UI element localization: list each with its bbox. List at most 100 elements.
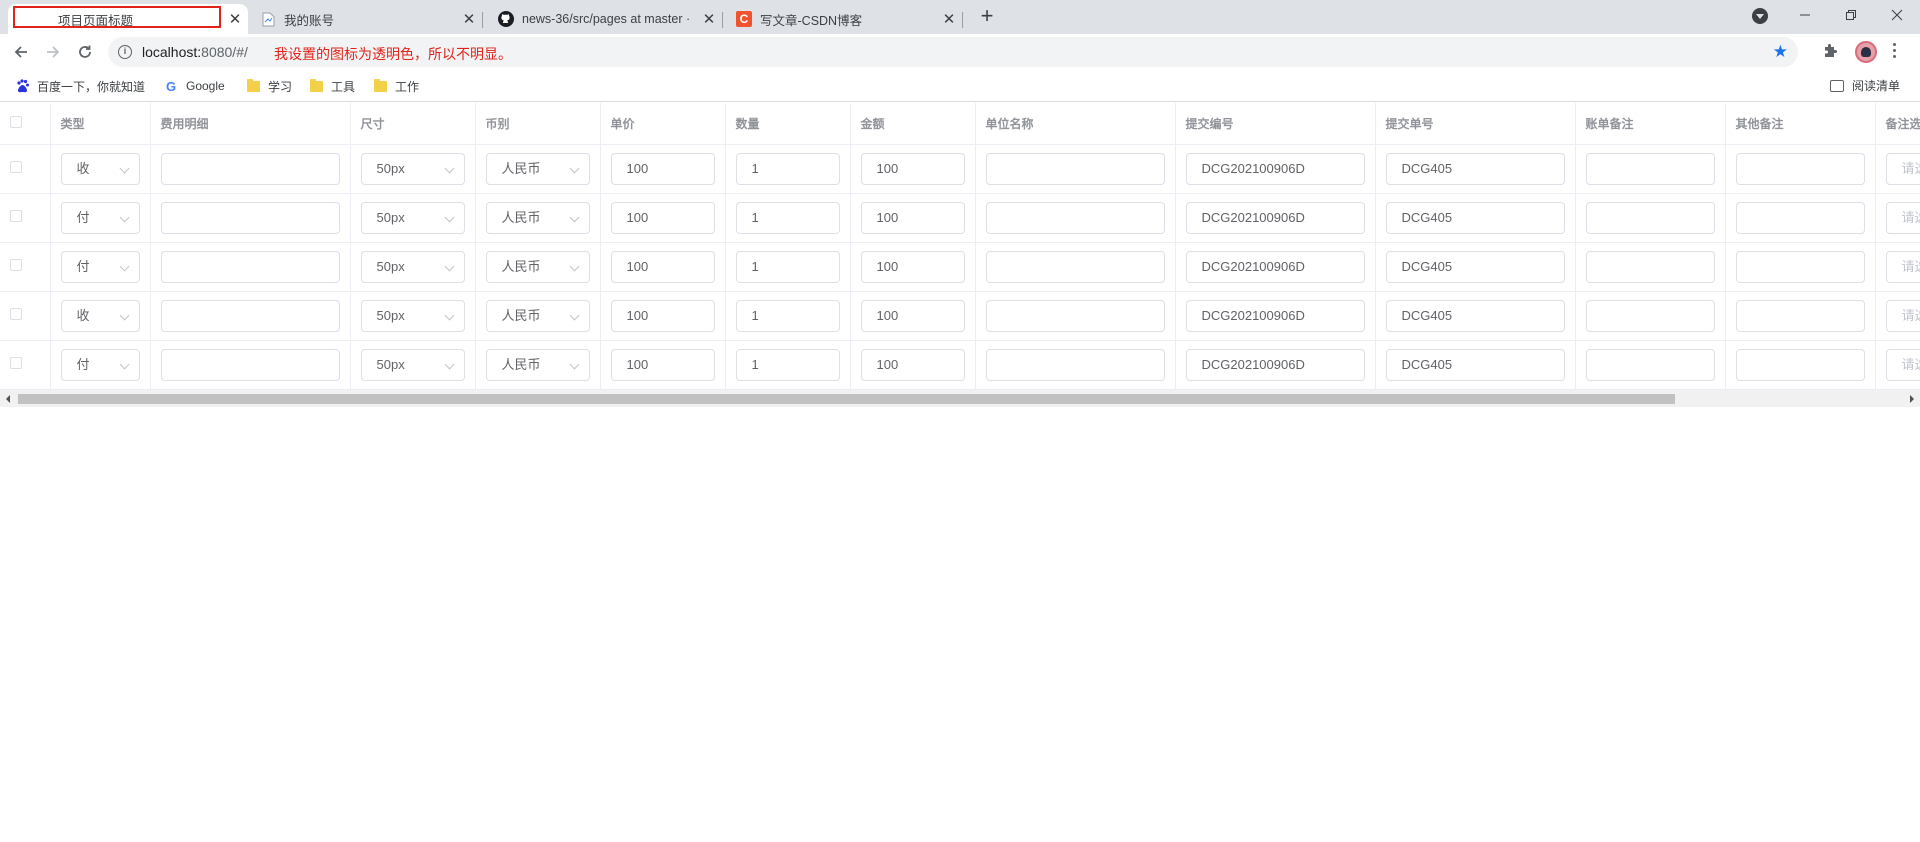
select-all-checkbox[interactable]: [10, 115, 22, 128]
row-checkbox[interactable]: [10, 357, 22, 369]
price-input[interactable]: 100: [610, 348, 715, 381]
tab-csdn[interactable]: C 写文章-CSDN博客 ✕: [730, 4, 963, 34]
unit-name-input[interactable]: [985, 250, 1165, 283]
currency-select[interactable]: 人民币: [485, 348, 590, 381]
type-select[interactable]: 付: [60, 250, 140, 283]
detail-input[interactable]: [160, 201, 340, 234]
quantity-input[interactable]: 1: [735, 348, 840, 381]
currency-select[interactable]: 人民币: [485, 299, 590, 332]
currency-select[interactable]: 人民币: [485, 201, 590, 234]
submit-order-input[interactable]: DCG405: [1385, 348, 1565, 381]
detail-input[interactable]: [160, 348, 340, 381]
submit-order-input[interactable]: DCG405: [1385, 250, 1565, 283]
quantity-input[interactable]: 1: [735, 152, 840, 185]
bookmark-folder-study[interactable]: 学习: [246, 77, 292, 95]
scroll-right-arrow-icon[interactable]: [1910, 395, 1914, 403]
bill-note-input[interactable]: [1585, 152, 1715, 185]
close-icon[interactable]: ✕: [226, 10, 244, 28]
other-note-input[interactable]: [1735, 299, 1865, 332]
size-select[interactable]: 50px: [360, 201, 465, 234]
submit-order-input[interactable]: DCG405: [1385, 152, 1565, 185]
bookmark-baidu[interactable]: 百度一下，你就知道: [15, 77, 145, 95]
price-input[interactable]: 100: [610, 201, 715, 234]
type-select[interactable]: 付: [60, 348, 140, 381]
scroll-left-arrow-icon[interactable]: [6, 395, 10, 403]
unit-name-input[interactable]: [985, 348, 1165, 381]
bookmark-google[interactable]: G Google: [164, 77, 225, 95]
submit-number-input[interactable]: DCG202100906D: [1185, 348, 1365, 381]
tab-github[interactable]: news-36/src/pages at master · ✕: [490, 4, 723, 34]
bookmark-folder-tools[interactable]: 工具: [309, 77, 355, 95]
close-icon[interactable]: ✕: [940, 10, 958, 28]
note-select[interactable]: 请选择: [1885, 250, 1920, 283]
unit-name-input[interactable]: [985, 152, 1165, 185]
price-input[interactable]: 100: [610, 299, 715, 332]
amount-input[interactable]: 100: [860, 299, 965, 332]
size-select[interactable]: 50px: [360, 152, 465, 185]
price-input[interactable]: 100: [610, 250, 715, 283]
row-checkbox[interactable]: [10, 210, 22, 222]
row-checkbox[interactable]: [10, 161, 22, 173]
horizontal-scrollbar[interactable]: [0, 390, 1920, 407]
row-checkbox[interactable]: [10, 259, 22, 271]
scrollbar-thumb[interactable]: [18, 394, 1675, 404]
other-note-input[interactable]: [1735, 348, 1865, 381]
reload-button[interactable]: [73, 40, 97, 64]
type-select[interactable]: 收: [60, 152, 140, 185]
detail-input[interactable]: [160, 250, 340, 283]
type-select[interactable]: 收: [60, 299, 140, 332]
site-info-icon[interactable]: i: [118, 45, 132, 59]
submit-number-input[interactable]: DCG202100906D: [1185, 299, 1365, 332]
other-note-input[interactable]: [1735, 152, 1865, 185]
row-checkbox[interactable]: [10, 308, 22, 320]
price-input[interactable]: 100: [610, 152, 715, 185]
profile-avatar[interactable]: [1855, 41, 1877, 63]
note-select[interactable]: 请选择: [1885, 348, 1920, 381]
quantity-input[interactable]: 1: [735, 250, 840, 283]
amount-input[interactable]: 100: [860, 152, 965, 185]
address-bar[interactable]: i localhost:8080/#/ 我设置的图标为透明色，所以不明显。 ★: [108, 37, 1798, 67]
submit-number-input[interactable]: DCG202100906D: [1185, 152, 1365, 185]
other-note-input[interactable]: [1735, 250, 1865, 283]
tab-search-icon[interactable]: [1752, 8, 1768, 24]
close-window-button[interactable]: [1874, 0, 1920, 30]
restore-button[interactable]: [1828, 0, 1874, 30]
tab-account[interactable]: 我的账号 ✕: [250, 4, 483, 34]
currency-select[interactable]: 人民币: [485, 250, 590, 283]
close-icon[interactable]: ✕: [460, 10, 478, 28]
close-icon[interactable]: ✕: [700, 10, 718, 28]
submit-number-input[interactable]: DCG202100906D: [1185, 201, 1365, 234]
extensions-icon[interactable]: [1822, 43, 1838, 64]
menu-icon[interactable]: [1893, 43, 1897, 59]
minimize-button[interactable]: [1782, 0, 1828, 30]
back-button[interactable]: [9, 40, 33, 64]
unit-name-input[interactable]: [985, 299, 1165, 332]
new-tab-button[interactable]: +: [976, 5, 998, 28]
other-note-input[interactable]: [1735, 201, 1865, 234]
forward-button[interactable]: [41, 40, 65, 64]
bill-note-input[interactable]: [1585, 299, 1715, 332]
bill-note-input[interactable]: [1585, 348, 1715, 381]
detail-input[interactable]: [160, 152, 340, 185]
bookmark-star-icon[interactable]: ★: [1773, 42, 1788, 62]
quantity-input[interactable]: 1: [735, 299, 840, 332]
reading-list-button[interactable]: 阅读清单: [1829, 77, 1900, 94]
size-select[interactable]: 50px: [360, 250, 465, 283]
bill-note-input[interactable]: [1585, 250, 1715, 283]
size-select[interactable]: 50px: [360, 299, 465, 332]
submit-order-input[interactable]: DCG405: [1385, 201, 1565, 234]
detail-input[interactable]: [160, 299, 340, 332]
note-select[interactable]: 请选择: [1885, 152, 1920, 185]
quantity-input[interactable]: 1: [735, 201, 840, 234]
type-select[interactable]: 付: [60, 201, 140, 234]
unit-name-input[interactable]: [985, 201, 1165, 234]
amount-input[interactable]: 100: [860, 348, 965, 381]
note-select[interactable]: 请选择: [1885, 299, 1920, 332]
bill-note-input[interactable]: [1585, 201, 1715, 234]
amount-input[interactable]: 100: [860, 201, 965, 234]
note-select[interactable]: 请选择: [1885, 201, 1920, 234]
amount-input[interactable]: 100: [860, 250, 965, 283]
currency-select[interactable]: 人民币: [485, 152, 590, 185]
submit-number-input[interactable]: DCG202100906D: [1185, 250, 1365, 283]
submit-order-input[interactable]: DCG405: [1385, 299, 1565, 332]
